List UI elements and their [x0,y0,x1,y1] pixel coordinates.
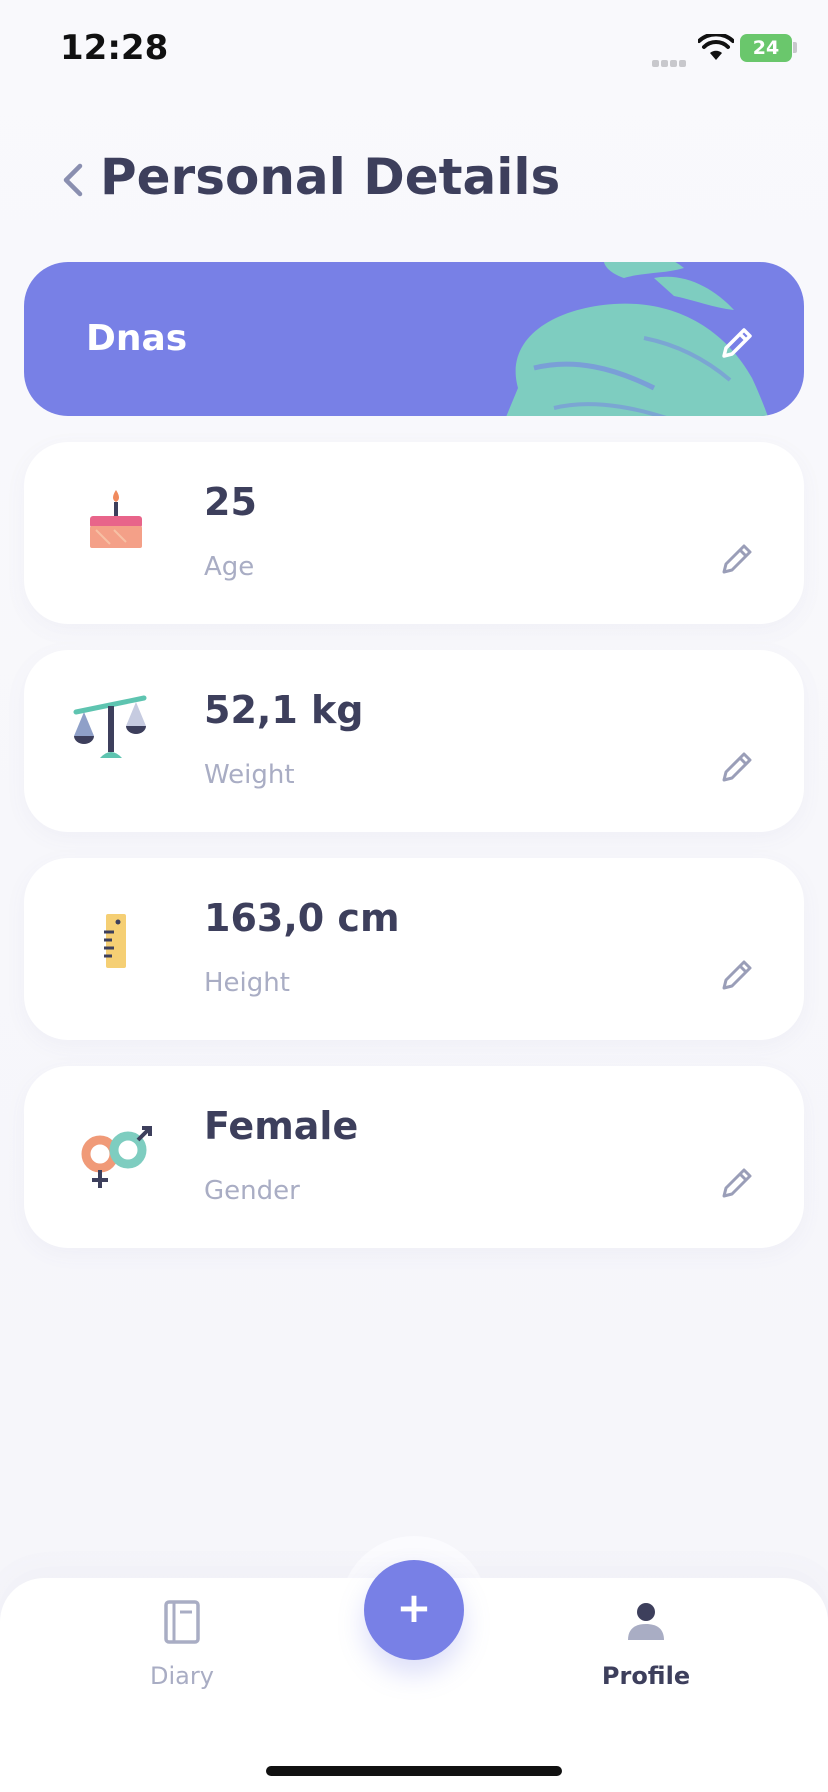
gender-label: Gender [204,1176,300,1206]
cellular-signal-icon [652,52,690,67]
height-value: 163,0 cm [204,896,400,940]
status-bar: 12:28 24 [0,0,828,100]
weight-label: Weight [204,760,295,790]
nav-diary[interactable]: Diary [102,1598,262,1708]
edit-pencil-icon[interactable] [716,746,758,788]
back-chevron-icon[interactable] [58,160,88,200]
height-label: Height [204,968,290,998]
user-name: Dnas [86,318,188,359]
gender-icon [81,1126,152,1188]
battery-tip [793,42,797,53]
page-title: Personal Details [100,148,561,206]
edit-pencil-icon[interactable] [716,954,758,996]
diary-book-icon [164,1600,200,1644]
nav-diary-label: Diary [150,1662,214,1690]
scale-icon [73,695,147,758]
battery-icon: 24 [740,34,792,62]
nav-profile[interactable]: Profile [566,1598,726,1708]
gender-card[interactable]: Female Gender [24,1066,804,1248]
profile-user-icon [628,1603,664,1640]
birthday-cake-icon [90,490,142,548]
nav-profile-label: Profile [601,1662,691,1690]
age-card[interactable]: 25 Age [24,442,804,624]
screen: 12:28 24 Personal Details Dnas 25 Age 52… [0,0,828,1792]
edit-pencil-icon[interactable] [716,538,758,580]
age-value: 25 [204,480,257,524]
gender-value: Female [204,1104,359,1148]
height-card[interactable]: 163,0 cm Height [24,858,804,1040]
weight-value: 52,1 kg [204,688,364,732]
battery-level: 24 [752,37,780,59]
ruler-icon [104,914,126,968]
status-time: 12:28 [60,28,169,68]
edit-pencil-icon[interactable] [716,1162,758,1204]
edit-pencil-icon[interactable] [716,322,758,364]
add-button[interactable]: + [364,1560,464,1660]
age-label: Age [204,552,255,582]
wifi-icon [698,34,734,60]
weight-card[interactable]: 52,1 kg Weight [24,650,804,832]
name-card[interactable]: Dnas [24,262,804,416]
home-indicator [266,1766,562,1776]
